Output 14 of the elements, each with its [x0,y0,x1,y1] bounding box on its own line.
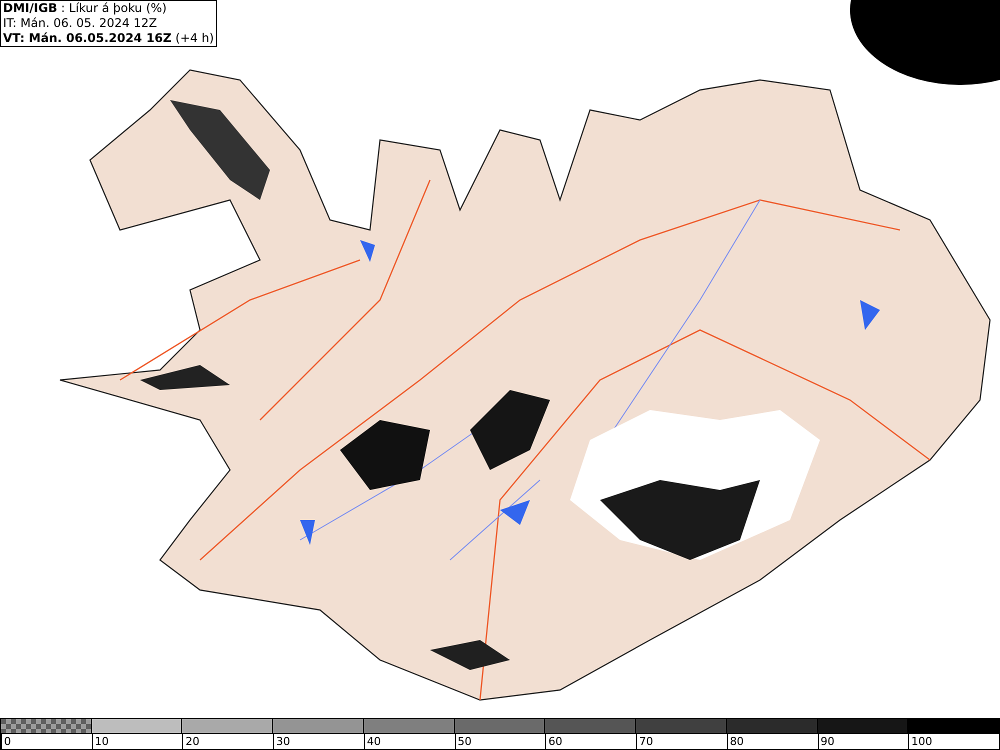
info-line: IT: Mán. 06. 05. 2024 12Z [3,16,158,31]
legend-label: 30 [273,734,290,749]
legend-label: 0 [1,734,11,749]
legend-label: 60 [545,734,562,749]
legend-label: 100 [908,734,932,749]
legend-label: 40 [364,734,381,749]
legend-label: 80 [726,734,744,749]
legend-label: 20 [182,734,200,749]
legend-label: 70 [636,734,654,749]
info-line: VT: Mán. 06.05.2024 16Z (+4 h) [3,31,214,46]
legend-label: 10 [92,734,109,749]
info-line: DMI/IGB : Líkur á þoku (%) [3,1,168,16]
legend-label: 50 [454,734,472,749]
legend-label: 90 [818,734,835,749]
